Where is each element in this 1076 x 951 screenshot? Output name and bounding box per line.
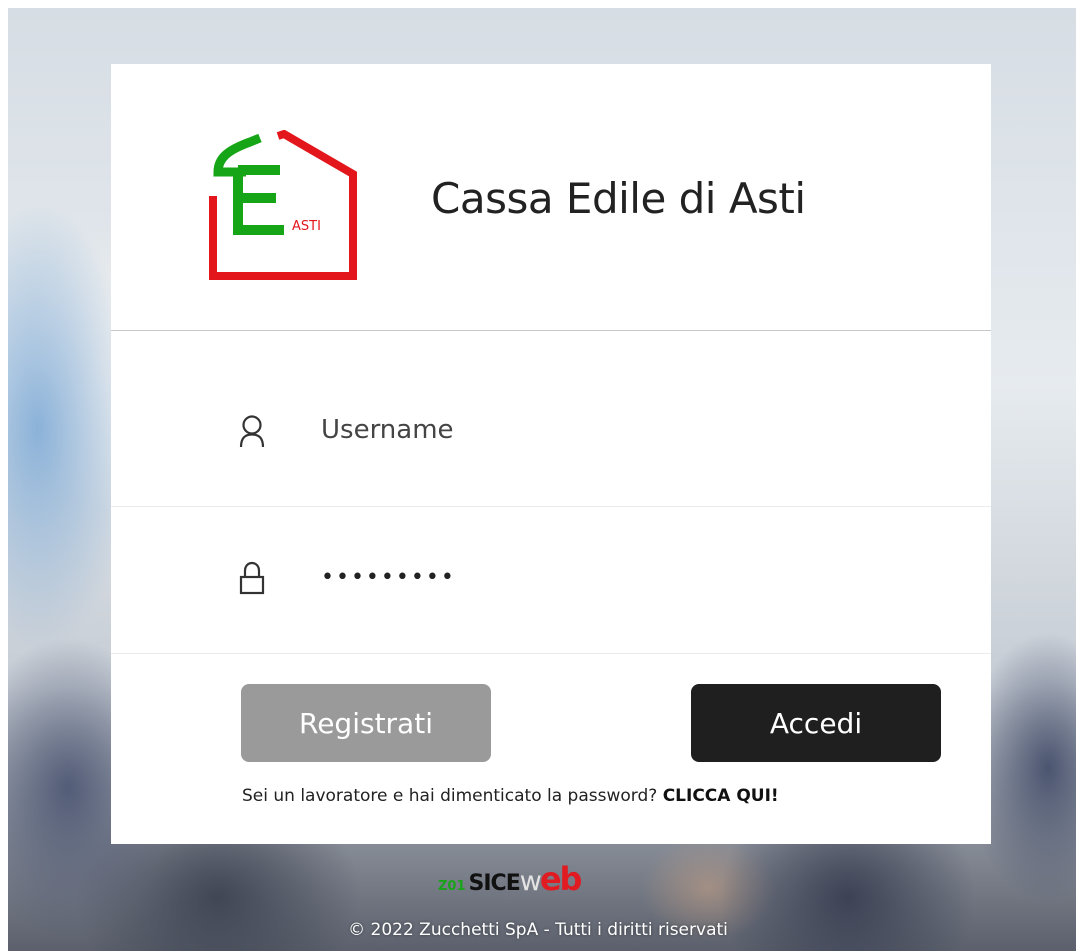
- brand-part-2: w: [519, 866, 542, 897]
- login-page: ASTI Cassa Edile di Asti Registrati Acce…: [0, 0, 1076, 951]
- username-field[interactable]: [321, 408, 921, 452]
- card-header: ASTI Cassa Edile di Asti: [111, 64, 991, 331]
- password-field[interactable]: [321, 555, 921, 599]
- brand-part-1: SICE: [468, 871, 521, 896]
- password-row: [111, 507, 991, 654]
- login-card: ASTI Cassa Edile di Asti Registrati Acce…: [111, 64, 991, 844]
- forgot-password-link[interactable]: CLICCA QUI!: [663, 786, 779, 806]
- username-row: [111, 360, 991, 507]
- cassa-edile-logo: ASTI: [209, 130, 357, 280]
- lock-icon: [239, 561, 265, 595]
- org-title: Cassa Edile di Asti: [431, 174, 806, 223]
- svg-text:ASTI: ASTI: [292, 219, 321, 234]
- user-icon: [239, 415, 265, 448]
- brand-part-3: eb: [539, 860, 583, 898]
- forgot-password-text: Sei un lavoratore e hai dimenticato la p…: [242, 786, 779, 806]
- forgot-password-prompt: Sei un lavoratore e hai dimenticato la p…: [242, 786, 663, 806]
- register-button[interactable]: Registrati: [241, 684, 491, 762]
- brand-code: Z01: [438, 879, 466, 894]
- login-button[interactable]: Accedi: [691, 684, 941, 762]
- copyright-text: © 2022 Zucchetti SpA - Tutti i diritti r…: [348, 920, 728, 940]
- siceweb-logo: Z01 SICE w eb: [438, 860, 583, 898]
